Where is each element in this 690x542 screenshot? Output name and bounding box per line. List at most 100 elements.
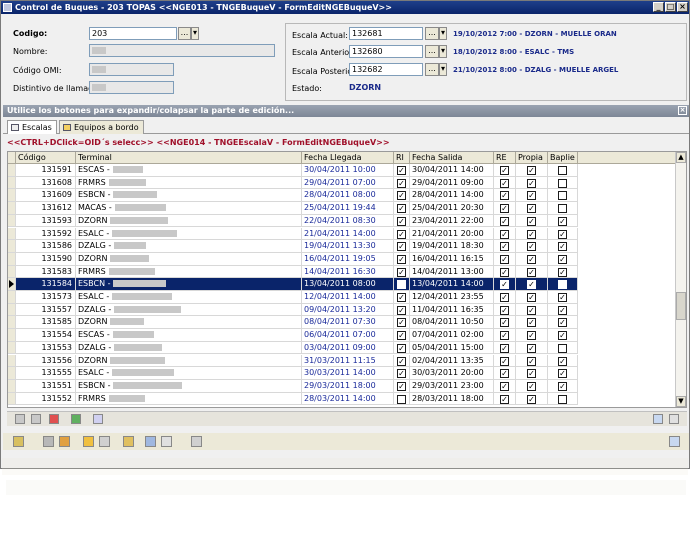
re-checkbox[interactable]: ✓ — [500, 191, 509, 201]
re-checkbox[interactable]: ✓ — [500, 242, 509, 252]
copy-icon[interactable] — [145, 436, 156, 447]
escala-anterior-dropdown-icon[interactable]: ▾ — [439, 45, 447, 58]
cell-salida[interactable]: 29/04/2011 09:00 — [410, 176, 494, 190]
cell-llegada[interactable]: 28/04/2011 08:00 — [302, 189, 394, 203]
table-row[interactable]: 131609 ESBCN - 28/04/2011 08:00 ✓ 28/04/2011… — [8, 189, 676, 203]
row-selector[interactable] — [8, 240, 16, 253]
table-row[interactable]: 131590 DZORN 16/04/2011 19:05 ✓ 16/04/2011 1… — [8, 252, 676, 266]
table-row[interactable]: 131585 DZORN 08/04/2011 07:30 ✓ 08/04/2011 1… — [8, 316, 676, 330]
propia-checkbox[interactable]: ✓ — [527, 178, 536, 188]
cell-llegada[interactable]: 09/04/2011 13:20 — [302, 303, 394, 317]
row-selector[interactable] — [8, 303, 16, 317]
cell-llegada[interactable]: 06/04/2011 07:00 — [302, 329, 394, 342]
paste-icon[interactable] — [161, 436, 172, 447]
cell-terminal[interactable]: DZORN — [76, 316, 302, 330]
codigo-input[interactable]: 203 — [89, 27, 177, 40]
cell-salida[interactable]: 14/04/2011 13:00 — [410, 265, 494, 279]
baplie-checkbox[interactable]: ✓ — [558, 254, 567, 264]
propia-checkbox[interactable]: ✓ — [527, 318, 536, 328]
cell-codigo[interactable]: 131585 — [16, 316, 76, 330]
codigo-dropdown-icon[interactable]: ▾ — [191, 27, 199, 40]
row-selector[interactable] — [8, 164, 16, 177]
cell-terminal[interactable]: ESCAS - — [76, 164, 302, 177]
cell-llegada[interactable]: 08/04/2011 07:30 — [302, 316, 394, 330]
ri-checkbox[interactable]: ✓ — [397, 331, 406, 341]
cell-codigo[interactable]: 131557 — [16, 303, 76, 317]
cell-salida[interactable]: 12/04/2011 23:55 — [410, 291, 494, 304]
cell-terminal[interactable]: FRMRS — [76, 176, 302, 190]
cell-terminal[interactable]: MACAS - — [76, 202, 302, 215]
escala-actual-input[interactable]: 132681 — [349, 27, 423, 40]
propia-checkbox[interactable]: ✓ — [527, 381, 536, 391]
cell-salida[interactable]: 28/03/2011 18:00 — [410, 392, 494, 406]
re-checkbox[interactable]: ✓ — [500, 229, 509, 239]
row-selector[interactable] — [8, 265, 16, 279]
cell-terminal[interactable]: DZORN — [76, 214, 302, 228]
cell-terminal[interactable]: DZORN — [76, 354, 302, 368]
baplie-checkbox[interactable]: ✓ — [558, 267, 567, 277]
baplie-checkbox[interactable] — [558, 343, 567, 353]
ri-checkbox[interactable]: ✓ — [397, 178, 406, 188]
re-checkbox[interactable]: ✓ — [500, 381, 509, 391]
table-row[interactable]: 131584 ESBCN - 13/04/2011 08:00 13/04/2011 … — [8, 278, 676, 291]
baplie-checkbox[interactable]: ✓ — [558, 356, 567, 366]
table-row[interactable]: 131556 DZORN 31/03/2011 11:15 ✓ 02/04/2011 1… — [8, 354, 676, 368]
row-selector[interactable] — [8, 278, 16, 291]
cell-terminal[interactable]: ESALC - — [76, 227, 302, 241]
ri-checkbox[interactable]: ✓ — [397, 242, 406, 252]
cell-salida[interactable]: 02/04/2011 13:35 — [410, 354, 494, 368]
remove-row-icon[interactable] — [31, 414, 41, 424]
baplie-checkbox[interactable] — [558, 178, 567, 188]
row-selector[interactable] — [8, 379, 16, 393]
cell-llegada[interactable]: 16/04/2011 19:05 — [302, 252, 394, 266]
table-row[interactable]: 131557 DZALG - 09/04/2011 13:20 ✓ 11/04/2011… — [8, 303, 676, 317]
report-icon[interactable] — [123, 436, 134, 447]
baplie-checkbox[interactable]: ✓ — [558, 216, 567, 226]
scroll-thumb[interactable] — [676, 292, 686, 320]
baplie-checkbox[interactable]: ✓ — [558, 229, 567, 239]
cell-codigo[interactable]: 131573 — [16, 291, 76, 304]
cell-codigo[interactable]: 131609 — [16, 189, 76, 203]
cell-salida[interactable]: 08/04/2011 10:50 — [410, 316, 494, 330]
tools-icon[interactable] — [13, 436, 24, 447]
table-row[interactable]: 131592 ESALC - 21/04/2011 14:00 ✓ 21/04/2011… — [8, 227, 676, 241]
re-checkbox[interactable]: ✓ — [500, 318, 509, 328]
ri-checkbox[interactable]: ✓ — [397, 381, 406, 391]
cell-llegada[interactable]: 13/04/2011 08:00 — [302, 278, 394, 291]
propia-checkbox[interactable]: ✓ — [527, 356, 536, 366]
re-checkbox[interactable]: ✓ — [500, 178, 509, 188]
table-row[interactable]: 131554 ESCAS - 06/04/2011 07:00 ✓ 07/04/2011… — [8, 329, 676, 342]
cell-codigo[interactable]: 131590 — [16, 252, 76, 266]
propia-checkbox[interactable]: ✓ — [527, 331, 536, 341]
baplie-checkbox[interactable]: ✓ — [558, 381, 567, 391]
table-row[interactable]: 131573 ESALC - 12/04/2011 14:00 ✓ 12/04/2011… — [8, 291, 676, 304]
table-row[interactable]: 131586 DZALG - 19/04/2011 13:30 ✓ 19/04/2011… — [8, 240, 676, 253]
close-button[interactable]: × — [677, 2, 688, 12]
row-selector[interactable] — [8, 354, 16, 368]
cell-salida[interactable]: 05/04/2011 15:00 — [410, 341, 494, 355]
escala-actual-lookup-button[interactable]: ... — [425, 27, 439, 40]
table-row[interactable]: 131555 ESALC - 30/03/2011 14:00 ✓ 30/03/2011… — [8, 367, 676, 380]
baplie-checkbox[interactable]: ✓ — [558, 242, 567, 252]
cell-codigo[interactable]: 131551 — [16, 379, 76, 393]
propia-checkbox[interactable]: ✓ — [527, 293, 536, 302]
row-selector[interactable] — [8, 392, 16, 406]
cell-llegada[interactable]: 03/04/2011 09:00 — [302, 341, 394, 355]
cell-llegada[interactable]: 14/04/2011 16:30 — [302, 265, 394, 279]
propia-checkbox[interactable]: ✓ — [527, 280, 536, 290]
cell-terminal[interactable]: ESBCN - — [76, 379, 302, 393]
re-checkbox[interactable]: ✓ — [500, 356, 509, 366]
cell-codigo[interactable]: 131554 — [16, 329, 76, 342]
table-row[interactable]: 131551 ESBCN - 29/03/2011 18:00 ✓ 29/03/2011… — [8, 379, 676, 393]
refresh-icon[interactable] — [83, 436, 94, 447]
cell-llegada[interactable]: 12/04/2011 14:00 — [302, 291, 394, 304]
ri-checkbox[interactable] — [397, 280, 406, 290]
cell-salida[interactable]: 23/04/2011 22:00 — [410, 214, 494, 228]
cell-salida[interactable]: 28/04/2011 14:00 — [410, 189, 494, 203]
cell-codigo[interactable]: 131553 — [16, 341, 76, 355]
tab-equipos[interactable]: Equipos a bordo — [59, 120, 144, 134]
cell-codigo[interactable]: 131583 — [16, 265, 76, 279]
ri-checkbox[interactable]: ✓ — [397, 318, 406, 328]
cell-llegada[interactable]: 28/03/2011 14:00 — [302, 392, 394, 406]
cell-salida[interactable]: 21/04/2011 20:00 — [410, 227, 494, 241]
